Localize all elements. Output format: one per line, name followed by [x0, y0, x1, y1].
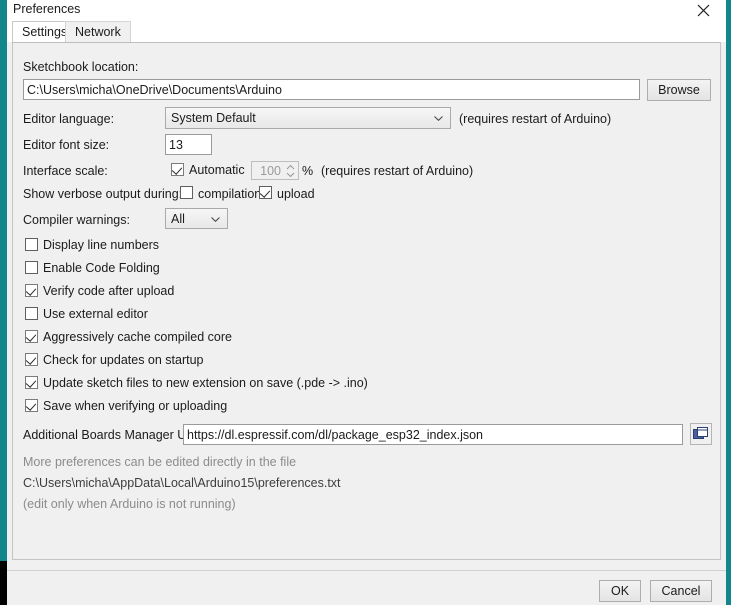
verbose-upload-checkbox[interactable] — [259, 186, 272, 199]
interface-scale-value: 100 — [260, 164, 281, 178]
interface-scale-label: Interface scale: — [23, 164, 108, 178]
checkbox-display-line-numbers[interactable] — [25, 238, 38, 251]
verbose-compilation-checkbox[interactable] — [180, 186, 193, 199]
interface-scale-stepper[interactable]: 100 — [251, 161, 299, 180]
interface-scale-percent-label: % — [302, 164, 314, 178]
checkbox-check-for-updates-on-startup[interactable] — [25, 353, 38, 366]
footer-divider — [7, 570, 726, 571]
checkbox-aggressively-cache-compiled-core[interactable] — [25, 330, 38, 343]
checkbox-display-line-numbers-label[interactable]: Display line numbers — [43, 238, 159, 252]
verbose-upload-label[interactable]: upload — [277, 187, 315, 201]
window-accent-right — [726, 0, 731, 605]
editor-language-note: (requires restart of Arduino) — [459, 112, 612, 126]
footnote-preferences-path: C:\Users\micha\AppData\Local\Arduino15\p… — [23, 476, 341, 490]
compiler-warnings-value: All — [171, 212, 185, 226]
editor-font-size-input[interactable] — [165, 134, 212, 155]
interface-scale-note: (requires restart of Arduino) — [321, 164, 474, 178]
compiler-warnings-select[interactable]: All — [165, 208, 228, 229]
title-bar: Preferences — [7, 0, 726, 20]
ok-button[interactable]: OK — [599, 580, 641, 602]
editor-font-size-label: Editor font size: — [23, 138, 110, 152]
checkbox-save-when-verifying-or-uploading-label[interactable]: Save when verifying or uploading — [43, 399, 227, 413]
footnote-line-1: More preferences can be edited directly … — [23, 455, 297, 469]
window-title: Preferences — [13, 2, 81, 16]
sketchbook-location-label: Sketchbook location: — [23, 60, 139, 74]
window-accent-left — [0, 0, 7, 605]
boards-manager-urls-input[interactable] — [183, 424, 683, 445]
interface-scale-automatic-checkbox[interactable] — [171, 163, 184, 176]
checkbox-verify-code-after-upload[interactable] — [25, 284, 38, 297]
checkbox-aggressively-cache-compiled-core-label[interactable]: Aggressively cache compiled core — [43, 330, 232, 344]
tab-network-label: Network — [75, 25, 121, 39]
settings-panel: Sketchbook location: Browse Editor langu… — [12, 42, 721, 560]
footnote-line-3: (edit only when Arduino is not running) — [23, 497, 236, 511]
checkbox-use-external-editor[interactable] — [25, 307, 38, 320]
checkbox-verify-code-after-upload-label[interactable]: Verify code after upload — [43, 284, 174, 298]
cancel-button[interactable]: Cancel — [650, 580, 712, 602]
chevron-down-icon — [434, 116, 443, 121]
checkbox-update-sketch-files-extension[interactable] — [25, 376, 38, 389]
checkbox-enable-code-folding[interactable] — [25, 261, 38, 274]
stepper-arrows-icon — [286, 164, 295, 178]
checkbox-update-sketch-files-extension-label[interactable]: Update sketch files to new extension on … — [43, 376, 368, 390]
tab-strip: Settings Network — [7, 20, 726, 42]
checkbox-save-when-verifying-or-uploading[interactable] — [25, 399, 38, 412]
interface-scale-automatic-label[interactable]: Automatic — [189, 163, 245, 177]
open-window-icon[interactable] — [690, 423, 712, 445]
checkbox-enable-code-folding-label[interactable]: Enable Code Folding — [43, 261, 160, 275]
checkbox-check-for-updates-on-startup-label[interactable]: Check for updates on startup — [43, 353, 204, 367]
verbose-compilation-label[interactable]: compilation — [198, 187, 261, 201]
browse-button[interactable]: Browse — [647, 79, 711, 101]
close-icon[interactable] — [690, 0, 716, 20]
editor-language-value: System Default — [171, 111, 256, 125]
chevron-down-icon — [211, 216, 220, 222]
verbose-output-label: Show verbose output during: — [23, 187, 183, 201]
compiler-warnings-label: Compiler warnings: — [23, 213, 130, 227]
tab-settings-label: Settings — [22, 25, 68, 39]
preferences-dialog: Preferences Settings Network Sketchbook … — [0, 0, 731, 605]
editor-language-select[interactable]: System Default — [165, 107, 451, 129]
tab-network[interactable]: Network — [65, 21, 131, 42]
checkbox-use-external-editor-label[interactable]: Use external editor — [43, 307, 148, 321]
sketchbook-location-input[interactable] — [23, 79, 640, 100]
editor-language-label: Editor language: — [23, 112, 115, 126]
